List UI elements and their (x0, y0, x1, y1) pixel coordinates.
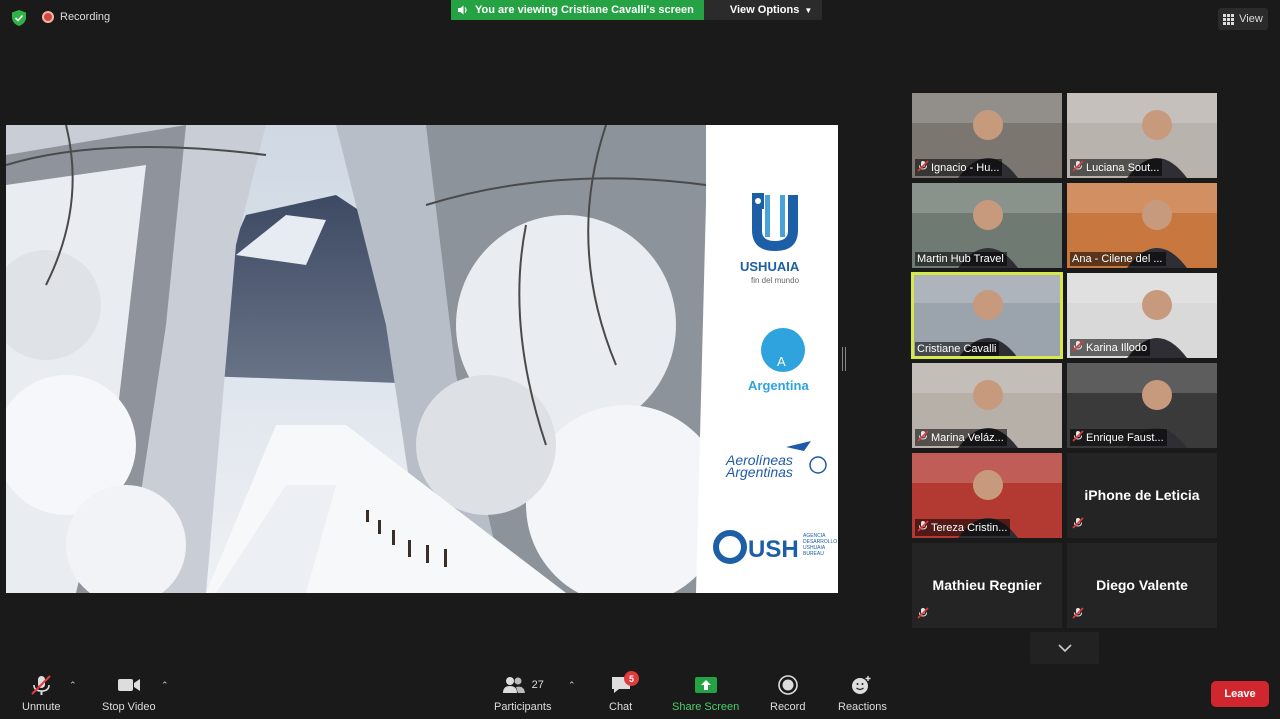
participant-tile[interactable]: Luciana Sout... (1067, 93, 1217, 178)
participants-count: 27 (531, 679, 544, 691)
viewing-text: You are viewing Cristiane Cavalli's scre… (475, 4, 694, 16)
mic-muted-icon (1072, 340, 1084, 355)
speaker-icon (458, 5, 467, 15)
leave-button[interactable]: Leave (1211, 681, 1269, 707)
reactions-button[interactable]: Reactions (838, 673, 887, 713)
splitter-handle[interactable] (842, 347, 846, 371)
participant-tile[interactable]: Enrique Faust... (1067, 363, 1217, 448)
participant-tile[interactable]: Karina Illodo (1067, 273, 1217, 358)
emoji-add-icon (850, 673, 874, 697)
video-camera-icon (117, 673, 141, 697)
participant-tile[interactable]: Martin Hub Travel (912, 183, 1062, 268)
participant-name-tag: Marina Veláz... (915, 429, 1007, 446)
shared-screen: USHUAIA fin del mundo A Argentina Aerolí… (6, 125, 838, 593)
participant-name: Enrique Faust... (1086, 431, 1164, 444)
chevron-down-icon (1057, 644, 1072, 652)
participant-name: Mathieu Regnier (932, 577, 1042, 593)
share-screen-icon (694, 673, 718, 697)
recording-indicator[interactable]: Recording (42, 11, 110, 23)
participants-button[interactable]: 27 Participants (494, 673, 551, 713)
mic-muted-icon (1072, 516, 1084, 534)
svg-text:A: A (777, 354, 786, 369)
participant-tile[interactable]: Ana - Cilene del ... (1067, 183, 1217, 268)
participant-tile[interactable]: Marina Veláz... (912, 363, 1062, 448)
participant-name: Diego Valente (1096, 577, 1188, 593)
participant-tile[interactable]: Diego Valente (1067, 543, 1217, 628)
recording-dot-icon (42, 11, 54, 23)
mic-muted-icon (917, 160, 929, 175)
participant-name: Tereza Cristin... (931, 521, 1008, 534)
participant-name-tag: Ignacio - Hu... (915, 159, 1003, 176)
chat-unread-badge: 5 (624, 671, 639, 686)
view-options-label: View Options (729, 4, 800, 16)
participant-name: Karina Illodo (1086, 341, 1148, 354)
record-icon (777, 673, 798, 697)
participant-tile[interactable]: Cristiane Cavalli (911, 272, 1063, 359)
svg-text:BUREAU: BUREAU (803, 551, 824, 557)
participant-name-tag: Cristiane Cavalli (915, 342, 1000, 356)
mic-muted-icon (1072, 160, 1084, 175)
grid-icon (1223, 13, 1235, 25)
participant-name: iPhone de Leticia (1084, 487, 1200, 503)
reactions-label: Reactions (838, 701, 887, 713)
share-screen-button[interactable]: Share Screen (672, 673, 739, 713)
stop-video-label: Stop Video (102, 701, 156, 713)
share-screen-label: Share Screen (672, 701, 740, 713)
participant-name-tag: Enrique Faust... (1070, 429, 1167, 446)
participant-tile[interactable]: iPhone de Leticia (1067, 453, 1217, 538)
participant-name-tag: Ana - Cilene del ... (1070, 252, 1166, 266)
snowy-forest-photo (6, 125, 706, 593)
stop-video-button[interactable]: Stop Video (102, 673, 156, 713)
view-layout-button[interactable]: View (1218, 8, 1268, 30)
participant-name-tag: Martin Hub Travel (915, 252, 1007, 266)
participant-tile[interactable]: Ignacio - Hu... (912, 93, 1062, 178)
gallery-next-page-button[interactable] (1030, 632, 1099, 664)
mic-muted-icon (1072, 430, 1084, 445)
record-button[interactable]: Record (770, 673, 805, 713)
recording-label: Recording (60, 11, 111, 23)
participant-name-tag: Karina Illodo (1070, 339, 1151, 356)
participant-tile[interactable]: Tereza Cristin... (912, 453, 1062, 538)
video-options-caret[interactable]: ⌃ (161, 680, 169, 691)
participant-name-tag: Tereza Cristin... (915, 519, 1011, 536)
participant-name: Luciana Sout... (1086, 161, 1160, 174)
chat-label: Chat (609, 701, 633, 713)
audio-options-caret[interactable]: ⌃ (69, 680, 77, 691)
unmute-label: Unmute (22, 701, 61, 713)
svg-text:Argentina: Argentina (748, 378, 809, 393)
mic-muted-icon (29, 673, 53, 697)
participants-options-caret[interactable]: ⌃ (568, 680, 576, 691)
svg-text:USHUAIA: USHUAIA (740, 259, 800, 274)
svg-text:fin del mundo: fin del mundo (751, 276, 800, 285)
security-shield-icon[interactable] (10, 9, 28, 27)
chevron-down-icon: ▼ (804, 5, 813, 15)
mic-muted-icon (917, 430, 929, 445)
participant-name: Marina Veláz... (931, 431, 1004, 444)
participant-name-tag: Luciana Sout... (1070, 159, 1163, 176)
svg-text:USH: USH (748, 536, 799, 563)
participants-icon: 27 (502, 673, 544, 697)
participant-name: Ignacio - Hu... (931, 161, 1000, 174)
record-label: Record (770, 701, 806, 713)
sponsor-logos: USHUAIA fin del mundo A Argentina Aerolí… (696, 125, 838, 593)
participants-label: Participants (494, 701, 552, 713)
screen-share-banner: You are viewing Cristiane Cavalli's scre… (451, 0, 823, 20)
unmute-button[interactable]: Unmute (22, 673, 61, 713)
mic-muted-icon (1072, 606, 1084, 624)
svg-text:Argentinas: Argentinas (725, 464, 793, 480)
participant-name: Ana - Cilene del ... (1072, 253, 1163, 265)
mic-muted-icon (917, 520, 929, 535)
participant-name: Martin Hub Travel (917, 253, 1004, 265)
view-label: View (1239, 13, 1263, 25)
participant-name: Cristiane Cavalli (917, 343, 997, 355)
view-options-button[interactable]: View Options ▼ (703, 0, 823, 20)
mic-muted-icon (917, 606, 929, 624)
viewing-notice: You are viewing Cristiane Cavalli's scre… (451, 0, 704, 20)
participant-tile[interactable]: Mathieu Regnier (912, 543, 1062, 628)
